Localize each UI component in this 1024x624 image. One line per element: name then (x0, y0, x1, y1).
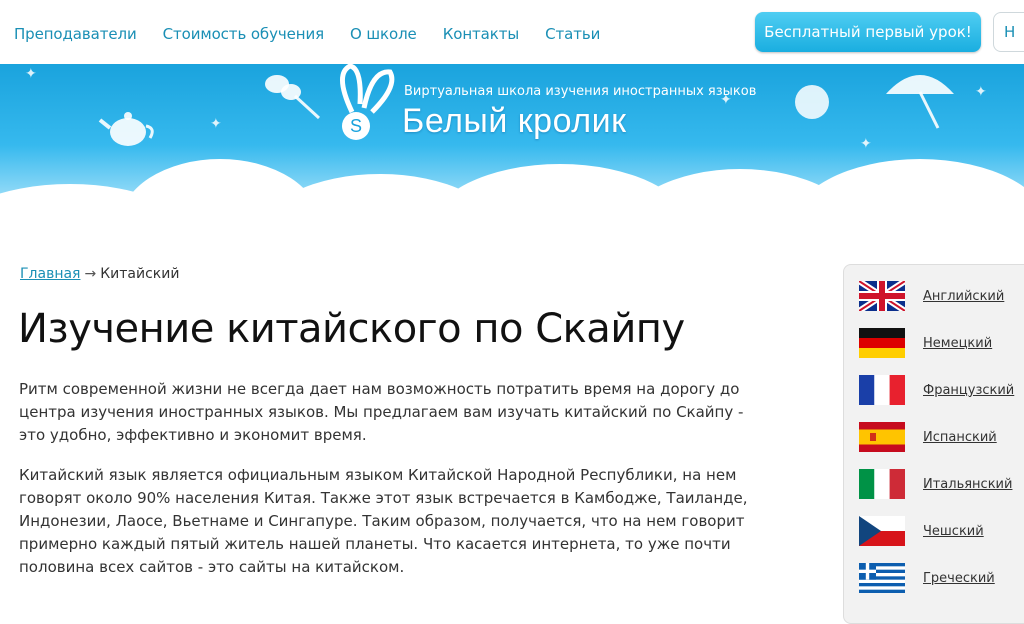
umbrella-icon (886, 75, 954, 129)
language-label: Чешский (923, 523, 984, 539)
france-flag-icon (859, 375, 905, 405)
svg-text:S: S (350, 116, 362, 136)
language-label: Немецкий (923, 335, 993, 351)
nav-link-pricing[interactable]: Стоимость обучения (163, 25, 325, 43)
logo-title: Белый кролик (402, 102, 627, 140)
language-label: Французский (923, 382, 1015, 398)
body-paragraph: Китайский язык является официальным язык… (19, 466, 748, 576)
breadcrumb-home-link[interactable]: Главная (20, 266, 80, 282)
nav-link-about[interactable]: О школе (350, 25, 417, 43)
nav-link-articles[interactable]: Статьи (545, 25, 600, 43)
star-icon: ✦ (975, 84, 987, 100)
teapot-icon (98, 112, 154, 146)
language-label: Греческий (923, 570, 995, 586)
language-item-german[interactable]: Немецкий (859, 327, 1024, 359)
site-logo[interactable]: S Виртуальная школа изучения иностранных… (332, 64, 756, 154)
secondary-header-button[interactable]: Н (993, 12, 1024, 52)
language-list: Английский Немецкий Французский Испански… (843, 264, 1024, 624)
page-title: Изучение китайского по Скайпу (18, 306, 685, 352)
balloon-icon (795, 85, 829, 119)
main-nav: Преподаватели Стоимость обучения О школе… (14, 25, 626, 43)
language-item-czech[interactable]: Чешский (859, 515, 1024, 547)
language-item-english[interactable]: Английский (859, 280, 1024, 312)
free-lesson-button[interactable]: Бесплатный первый урок! (755, 12, 981, 52)
language-label: Английский (923, 288, 1005, 304)
language-item-french[interactable]: Французский (859, 374, 1024, 406)
language-item-italian[interactable]: Итальянский (859, 468, 1024, 500)
language-label: Итальянский (923, 476, 1013, 492)
spain-flag-icon (859, 422, 905, 452)
star-icon: ✦ (25, 66, 37, 82)
italy-flag-icon (859, 469, 905, 499)
language-item-greek[interactable]: Греческий (859, 562, 1024, 594)
star-icon: ✦ (210, 116, 222, 132)
breadcrumb-separator: → (84, 266, 97, 282)
star-icon: ✦ (860, 136, 872, 152)
breadcrumb-current: Китайский (100, 266, 180, 282)
nav-link-teachers[interactable]: Преподаватели (14, 25, 137, 43)
breadcrumb: Главная → Китайский (20, 266, 179, 282)
nav-link-contacts[interactable]: Контакты (443, 25, 520, 43)
header-banner: ✦ ✦ ✦ ✦ ✦ S Виртуальная школа изучения и… (0, 64, 1024, 244)
logo-subtitle: Виртуальная школа изучения иностранных я… (404, 84, 757, 99)
rabbit-logo-icon: S (340, 64, 395, 140)
language-label: Испанский (923, 429, 997, 445)
cloud (0, 214, 1024, 244)
uk-flag-icon (859, 281, 905, 311)
top-navigation-bar: Преподаватели Стоимость обучения О школе… (0, 0, 1024, 64)
germany-flag-icon (859, 328, 905, 358)
greece-flag-icon (859, 563, 905, 593)
language-item-spanish[interactable]: Испанский (859, 421, 1024, 453)
violin-icon (265, 75, 321, 120)
czech-flag-icon (859, 516, 905, 546)
intro-paragraph: Ритм современной жизни не всегда дает на… (19, 380, 744, 444)
